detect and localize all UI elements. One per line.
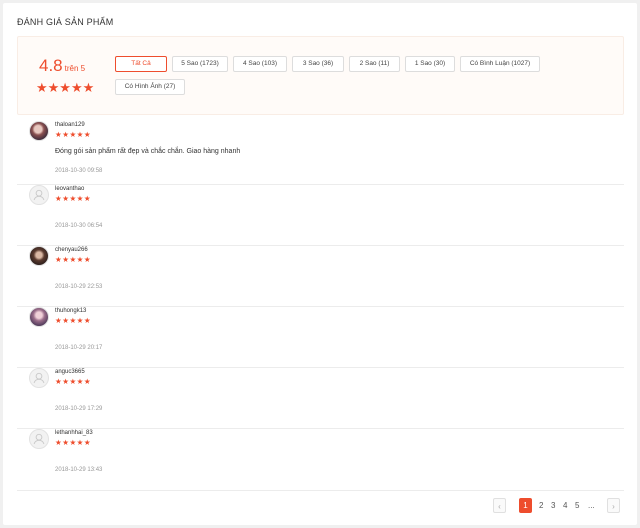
- reviewer-username[interactable]: leovanthao: [55, 186, 84, 192]
- average-score: 4.8 trên 5: [39, 56, 85, 76]
- review-timestamp: 2018-10-29 22:53: [55, 284, 103, 290]
- review-item: thaloan129 ★★★★★ Đóng gói sản phẩm rất đẹp…: [17, 121, 624, 185]
- review-stars-icon: ★★★★★: [55, 377, 92, 386]
- review-timestamp: 2018-10-30 06:54: [55, 223, 103, 229]
- page-3[interactable]: 3: [551, 498, 555, 513]
- avatar[interactable]: [29, 121, 49, 141]
- review-item: lethanhhai_83 ★★★★★ 2018-10-29 13:43: [17, 429, 624, 491]
- rating-summary: 4.8 trên 5 ★★★★★ Tất Cả 5 Sao (1723) 4 Sao …: [17, 36, 624, 115]
- page-current[interactable]: 1: [519, 498, 532, 513]
- review-stars-icon: ★★★★★: [55, 316, 92, 325]
- section-title: ĐÁNH GIÁ SẢN PHẨM: [17, 17, 114, 27]
- review-timestamp: 2018-10-30 09:58: [55, 168, 103, 174]
- review-item: chenyau266 ★★★★★ 2018-10-29 22:53: [17, 246, 624, 307]
- next-page-icon[interactable]: ›: [607, 498, 620, 513]
- reviewer-username[interactable]: chenyau266: [55, 247, 88, 253]
- reviewer-username[interactable]: anguc3665: [55, 369, 85, 375]
- filter-chip-2[interactable]: 5 Sao (1723): [172, 56, 228, 72]
- average-score-value: 4.8: [39, 56, 63, 75]
- average-stars-icon: ★★★★★: [36, 80, 95, 95]
- filter-chip-7[interactable]: Có Bình Luận (1027): [460, 56, 540, 72]
- review-stars-icon: ★★★★★: [55, 194, 92, 203]
- product-reviews-panel: ĐÁNH GIÁ SẢN PHẨM 4.8 trên 5 ★★★★★ Tất Cả…: [3, 3, 637, 525]
- review-item: anguc3665 ★★★★★ 2018-10-29 17:29: [17, 368, 624, 429]
- average-score-suffix: trên 5: [64, 64, 86, 73]
- page-5[interactable]: 5: [575, 498, 579, 513]
- review-stars-icon: ★★★★★: [55, 255, 92, 264]
- page-4[interactable]: 4: [563, 498, 567, 513]
- reviewer-username[interactable]: thaloan129: [55, 122, 85, 128]
- filter-chip-5[interactable]: 2 Sao (11): [349, 56, 400, 72]
- page-...[interactable]: ...: [588, 498, 595, 513]
- filter-chip-1[interactable]: Tất Cả: [115, 56, 167, 72]
- pagination: ‹ 1 2 3 4 5... ›: [493, 498, 623, 514]
- review-stars-icon: ★★★★★: [55, 130, 92, 139]
- page-2[interactable]: 2: [539, 498, 543, 513]
- filter-chip-4[interactable]: 3 Sao (36): [292, 56, 344, 72]
- review-timestamp: 2018-10-29 20:17: [55, 345, 103, 351]
- default-avatar-icon[interactable]: [29, 185, 49, 205]
- filter-chip-8[interactable]: Có Hình Ảnh (27): [115, 79, 185, 95]
- reviewer-username[interactable]: lethanhhai_83: [55, 430, 93, 436]
- prev-page-icon[interactable]: ‹: [493, 498, 506, 513]
- avatar[interactable]: [29, 246, 49, 266]
- filter-chip-6[interactable]: 1 Sao (30): [405, 56, 455, 72]
- review-comment: Đóng gói sản phẩm rất đẹp và chắc chắn. …: [55, 148, 241, 155]
- reviewer-username[interactable]: thuhongk13: [55, 308, 86, 314]
- default-avatar-icon[interactable]: [29, 429, 49, 449]
- review-item: thuhongk13 ★★★★★ 2018-10-29 20:17: [17, 307, 624, 368]
- filter-chip-3[interactable]: 4 Sao (103): [233, 56, 287, 72]
- avatar[interactable]: [29, 307, 49, 327]
- default-avatar-icon[interactable]: [29, 368, 49, 388]
- review-timestamp: 2018-10-29 17:29: [55, 406, 103, 412]
- review-item: leovanthao ★★★★★ 2018-10-30 06:54: [17, 185, 624, 246]
- review-timestamp: 2018-10-29 13:43: [55, 467, 103, 473]
- review-stars-icon: ★★★★★: [55, 438, 92, 447]
